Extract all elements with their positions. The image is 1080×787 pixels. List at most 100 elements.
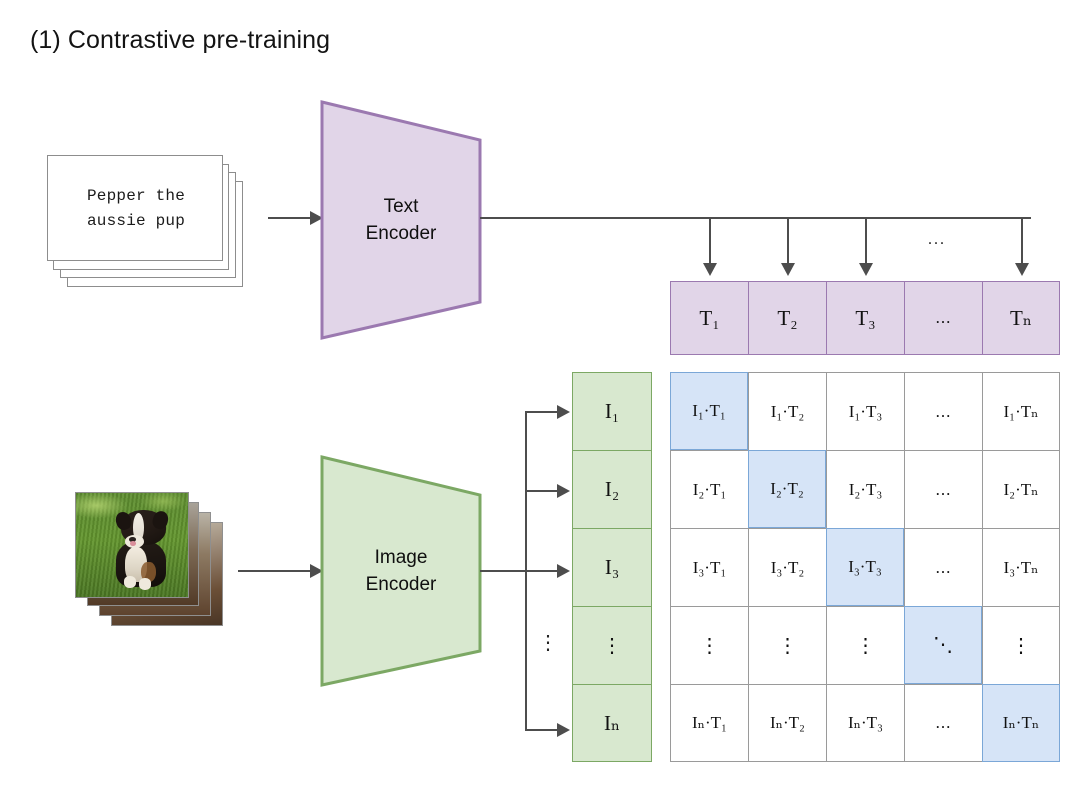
matrix-cell-diagonal[interactable]: I₁·T₁ bbox=[670, 372, 748, 450]
matrix-cell[interactable]: I₁·T₃ bbox=[826, 372, 904, 450]
image-bus-arrow-n bbox=[557, 722, 570, 737]
text-embedding-cell-ellipsis[interactable]: ... bbox=[904, 281, 982, 355]
matrix-cell-diagonal[interactable]: Iₙ·Tₙ bbox=[982, 684, 1060, 762]
matrix-row: I₂·T₁ I₂·T₂ I₂·T₃ ... I₂·Tₙ bbox=[670, 450, 1060, 528]
matrix-cell-label: Iₙ·T₁ bbox=[692, 713, 727, 732]
matrix-cell-label: I₃·T₁ bbox=[692, 557, 727, 577]
text-embedding-label: T₁ bbox=[699, 305, 720, 330]
matrix-cell[interactable]: I₁·T₂ bbox=[748, 372, 826, 450]
text-caption-card-stack: Pepper the aussie pup bbox=[47, 155, 262, 290]
matrix-cell-label: I₂·T₃ bbox=[848, 479, 883, 499]
text-embedding-cell[interactable]: T₂ bbox=[748, 281, 826, 355]
matrix-cell-label: I₁·Tₙ bbox=[1003, 401, 1039, 421]
image-embedding-cell-ellipsis[interactable]: ⋮ bbox=[572, 606, 652, 684]
matrix-cell-ellipsis[interactable]: ⋮ bbox=[748, 606, 826, 684]
image-embedding-label: I₃ bbox=[604, 555, 620, 579]
matrix-cell[interactable]: I₂·T₃ bbox=[826, 450, 904, 528]
image-embedding-cell[interactable]: I₂ bbox=[572, 450, 652, 528]
matrix-cell-label: ⋱ bbox=[933, 634, 953, 656]
matrix-cell-label: ⋮ bbox=[855, 634, 876, 657]
matrix-cell[interactable]: Iₙ·T₃ bbox=[826, 684, 904, 762]
page-title: (1) Contrastive pre-training bbox=[30, 26, 331, 54]
text-bus-drop-1 bbox=[709, 217, 711, 263]
matrix-cell[interactable]: I₃·Tₙ bbox=[982, 528, 1060, 606]
matrix-cell[interactable]: I₁·Tₙ bbox=[982, 372, 1060, 450]
text-embedding-cell[interactable]: T₃ bbox=[826, 281, 904, 355]
text-card-caption: Pepper the aussie pup bbox=[48, 156, 224, 262]
matrix-cell-ellipsis[interactable]: ... bbox=[904, 450, 982, 528]
matrix-cell-label: I₃·T₂ bbox=[770, 557, 805, 577]
text-bus-drop-n bbox=[1021, 217, 1023, 263]
image-embedding-label: ⋮ bbox=[602, 634, 622, 657]
matrix-cell-label: I₃·T₃ bbox=[848, 557, 882, 576]
matrix-cell[interactable]: I₃·T₁ bbox=[670, 528, 748, 606]
image-embedding-label: I₂ bbox=[604, 477, 620, 501]
matrix-cell-label: I₁·T₂ bbox=[770, 401, 805, 421]
matrix-cell-label: ⋮ bbox=[699, 634, 720, 657]
image-embedding-cell[interactable]: Iₙ bbox=[572, 684, 652, 762]
image-encoder-trapezoid bbox=[320, 455, 482, 687]
text-bus-arrow-1 bbox=[702, 263, 717, 276]
matrix-cell[interactable]: Iₙ·T₁ bbox=[670, 684, 748, 762]
image-embedding-cell[interactable]: I₃ bbox=[572, 528, 652, 606]
matrix-cell-label: ⋮ bbox=[1011, 634, 1031, 657]
diagram-canvas: (1) Contrastive pre-training Pepper the … bbox=[0, 0, 1080, 787]
matrix-cell-label: ... bbox=[935, 713, 952, 732]
text-embedding-cell[interactable]: T₁ bbox=[670, 281, 748, 355]
matrix-cell-ellipsis[interactable]: ⋮ bbox=[670, 606, 748, 684]
matrix-cell-ellipsis[interactable]: ... bbox=[904, 528, 982, 606]
matrix-cell[interactable]: Iₙ·T₂ bbox=[748, 684, 826, 762]
matrix-cell-diagonal-ellipsis[interactable]: ⋱ bbox=[904, 606, 982, 684]
matrix-cell[interactable]: I₃·T₂ bbox=[748, 528, 826, 606]
matrix-cell-label: ... bbox=[935, 479, 952, 499]
text-bus-arrow-2 bbox=[780, 263, 795, 276]
matrix-cell-label: I₁·T₁ bbox=[692, 401, 726, 420]
image-bus-branch-1 bbox=[525, 411, 561, 413]
matrix-cell[interactable]: I₂·Tₙ bbox=[982, 450, 1060, 528]
caption-line-2: aussie pup bbox=[86, 212, 185, 230]
matrix-cell-diagonal[interactable]: I₃·T₃ bbox=[826, 528, 904, 606]
matrix-row: ⋮ ⋮ ⋮ ⋱ ⋮ bbox=[670, 606, 1060, 684]
text-bus-drop-3 bbox=[865, 217, 867, 263]
caption-line-1: Pepper the bbox=[86, 187, 185, 205]
text-embedding-label: ... bbox=[935, 308, 952, 327]
text-output-bus bbox=[480, 217, 1031, 219]
image-bus-branch-n bbox=[525, 729, 561, 731]
image-embedding-cell[interactable]: I₁ bbox=[572, 372, 652, 450]
image-embedding-column: I₁ I₂ I₃ ⋮ Iₙ bbox=[572, 372, 652, 762]
matrix-cell-label: Iₙ·T₃ bbox=[848, 713, 883, 732]
text-card-front: Pepper the aussie pup bbox=[47, 155, 223, 261]
matrix-cell-label: ⋮ bbox=[777, 634, 798, 657]
text-embedding-row: T₁ T₂ T₃ ... Tₙ bbox=[670, 281, 1060, 355]
puppy-paw-right bbox=[138, 578, 152, 590]
image-output-bus bbox=[480, 570, 526, 572]
text-bus-ellipsis: ... bbox=[928, 231, 946, 248]
image-bus-arrow-3 bbox=[557, 563, 570, 578]
matrix-row: I₁·T₁ I₁·T₂ I₁·T₃ ... I₁·Tₙ bbox=[670, 372, 1060, 450]
text-encoder-block[interactable]: Text Encoder bbox=[320, 100, 482, 340]
matrix-row: Iₙ·T₁ Iₙ·T₂ Iₙ·T₃ ... Iₙ·Tₙ bbox=[670, 684, 1060, 762]
text-embedding-cell[interactable]: Tₙ bbox=[982, 281, 1060, 355]
matrix-cell-ellipsis[interactable]: ⋮ bbox=[982, 606, 1060, 684]
matrix-cell-label: I₁·T₃ bbox=[848, 401, 883, 421]
matrix-cell-ellipsis[interactable]: ... bbox=[904, 372, 982, 450]
image-encoder-block[interactable]: Image Encoder bbox=[320, 455, 482, 687]
matrix-cell-diagonal[interactable]: I₂·T₂ bbox=[748, 450, 826, 528]
matrix-cell[interactable]: I₂·T₁ bbox=[670, 450, 748, 528]
matrix-row: I₃·T₁ I₃·T₂ I₃·T₃ ... I₃·Tₙ bbox=[670, 528, 1060, 606]
image-bus-arrow-2 bbox=[557, 483, 570, 498]
text-bus-arrow-3 bbox=[858, 263, 873, 276]
similarity-matrix: I₁·T₁ I₁·T₂ I₁·T₃ ... I₁·Tₙ I₂·T₁ I₂·T₂ … bbox=[670, 372, 1060, 762]
photo-card-front-puppy bbox=[75, 492, 189, 598]
matrix-cell-ellipsis[interactable]: ... bbox=[904, 684, 982, 762]
image-photo-card-stack bbox=[75, 492, 235, 627]
image-bus-branch-3 bbox=[525, 570, 561, 572]
text-embedding-label: Tₙ bbox=[1010, 305, 1032, 330]
matrix-cell-ellipsis[interactable]: ⋮ bbox=[826, 606, 904, 684]
image-embedding-label: Iₙ bbox=[603, 710, 621, 735]
matrix-cell-label: I₂·T₂ bbox=[770, 479, 804, 498]
text-encoder-trapezoid bbox=[320, 100, 482, 340]
text-embedding-label: T₃ bbox=[855, 305, 876, 330]
matrix-cell-label: I₂·T₁ bbox=[692, 479, 727, 499]
matrix-cell-label: Iₙ·Tₙ bbox=[1002, 713, 1040, 732]
